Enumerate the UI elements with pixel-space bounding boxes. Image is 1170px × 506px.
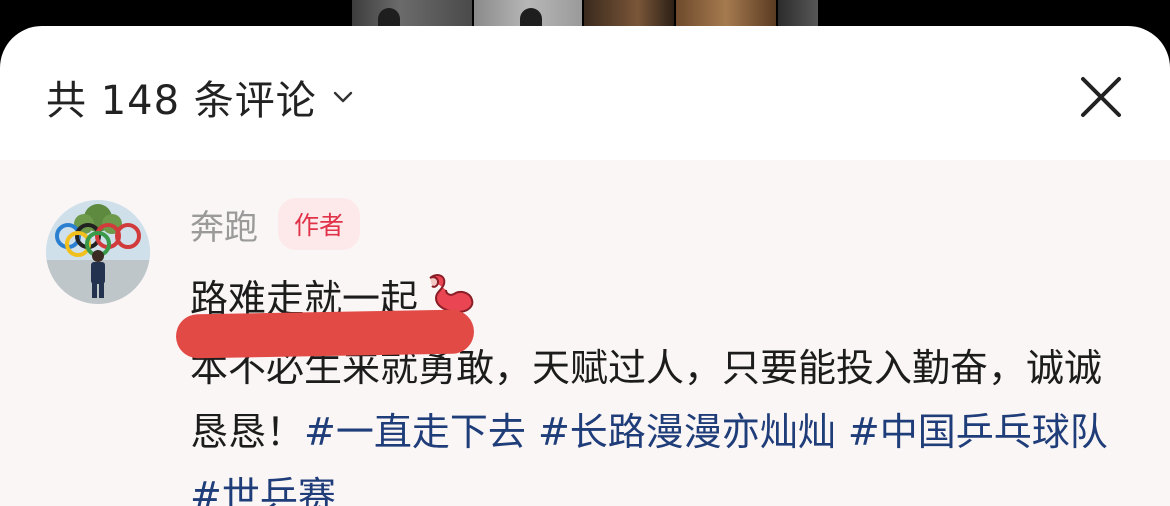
close-icon[interactable]	[1078, 74, 1124, 120]
comment-item: 奔跑 作者 路难走就一起 本不必生来就勇敢，天赋过人，只要能投入勤奋，诚诚恳恳！…	[0, 160, 1170, 506]
comment-sheet: 共 148 条评论 奔跑 作者 路难走就一起 本不必生来就勇敢，天赋过人，只要能…	[0, 26, 1170, 506]
hashtag-link[interactable]: #长路漫漫亦灿灿	[538, 410, 836, 454]
comment-count-label: 共 148 条评论	[46, 78, 317, 124]
redaction-mark	[175, 309, 475, 359]
author-badge: 作者	[278, 198, 361, 250]
hashtag-link[interactable]: #中国乒乓球队	[848, 410, 1108, 454]
comment-sheet-header: 共 148 条评论	[0, 26, 1170, 160]
author-name[interactable]: 奔跑	[190, 200, 258, 249]
avatar[interactable]	[46, 200, 150, 304]
chevron-down-icon	[333, 91, 352, 103]
comment-body: 本不必生来就勇敢，天赋过人，只要能投入勤奋，诚诚恳恳！#一直走下去 #长路漫漫亦…	[190, 336, 1130, 506]
hashtag-link[interactable]: #一直走下去	[304, 410, 526, 454]
hashtag-link[interactable]: #世乒赛	[190, 474, 336, 506]
comment-count-dropdown[interactable]: 共 148 条评论	[46, 68, 355, 126]
author-row: 奔跑 作者	[190, 198, 361, 250]
